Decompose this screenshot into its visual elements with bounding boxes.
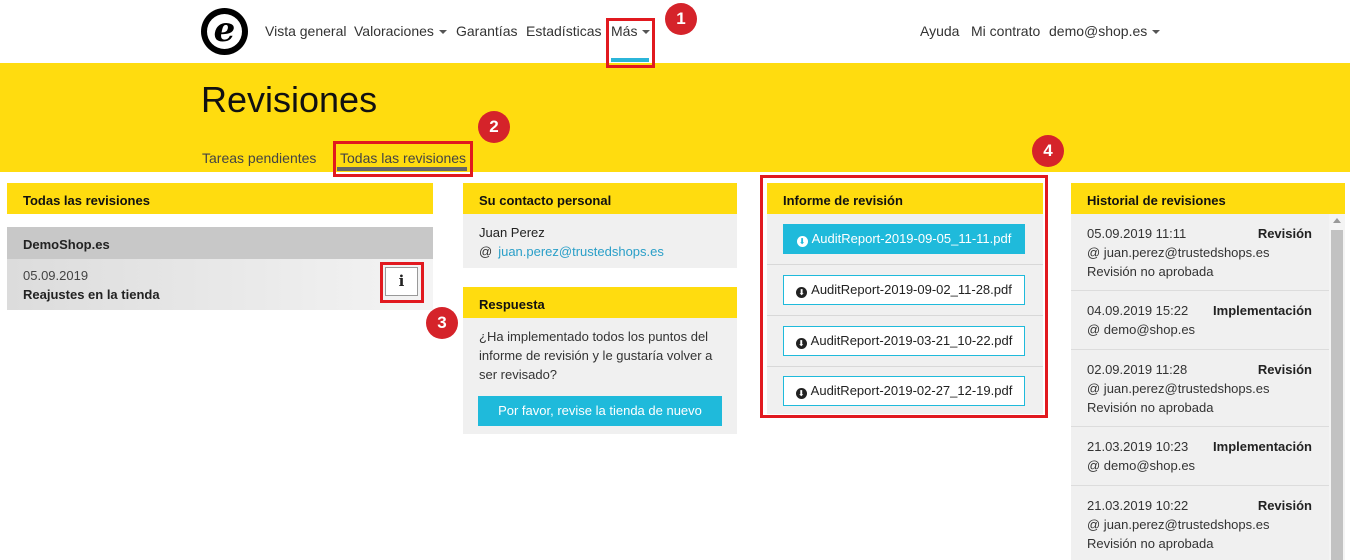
review-list-item[interactable]: 05.09.2019 Reajustes en la tienda xyxy=(7,259,433,310)
history-user: @ juan.perez@trustedshops.es xyxy=(1087,381,1270,396)
annotation-box-all-reviews-tab xyxy=(333,141,473,177)
divider xyxy=(1071,485,1329,486)
history-date: 05.09.2019 11:11 xyxy=(1087,226,1187,241)
divider xyxy=(1071,349,1329,350)
history-date: 04.09.2019 15:22 xyxy=(1087,303,1189,318)
divider xyxy=(1071,290,1329,291)
chevron-down-icon xyxy=(1152,30,1161,35)
scroll-up-arrow-icon[interactable] xyxy=(1333,218,1341,223)
history-header: Historial de revisiones xyxy=(1071,183,1345,214)
history-type: Revisión xyxy=(1257,362,1312,377)
annotation-badge: 1 xyxy=(665,3,697,35)
contact-header: Su contacto personal xyxy=(463,183,737,214)
history-date: 02.09.2019 11:28 xyxy=(1087,362,1188,377)
annotation-badge: 2 xyxy=(478,111,510,143)
contact-panel xyxy=(463,214,737,268)
history-user: @ juan.perez@trustedshops.es xyxy=(1087,245,1270,260)
response-question: ¿Ha implementado todos los puntos del in… xyxy=(479,329,713,382)
nav-vista-general[interactable]: Vista general xyxy=(265,23,346,39)
history-user: @ demo@shop.es xyxy=(1087,458,1196,473)
history-type: Implementación xyxy=(1213,439,1312,454)
history-date: 21.03.2019 10:22 xyxy=(1087,498,1189,513)
trusted-shops-logo[interactable]: e xyxy=(201,8,248,55)
at-icon: @ xyxy=(479,244,493,259)
response-header: Respuesta xyxy=(463,287,737,318)
account-email: demo@shop.es xyxy=(1049,23,1148,39)
shop-group-header: DemoShop.es xyxy=(7,227,433,259)
history-status: Revisión no aprobada xyxy=(1087,264,1214,279)
annotation-box-info-button xyxy=(380,262,424,303)
history-date: 21.03.2019 10:23 xyxy=(1087,439,1189,454)
contact-email-line: @ juan.perez@trustedshops.es xyxy=(479,244,664,259)
nav-garantias[interactable]: Garantías xyxy=(456,23,517,39)
annotation-box-report xyxy=(760,175,1048,418)
contact-name: Juan Perez xyxy=(479,225,545,240)
annotation-box-more-menu xyxy=(606,18,655,68)
scrollbar-thumb[interactable] xyxy=(1331,230,1343,560)
all-reviews-header: Todas las revisiones xyxy=(7,183,433,214)
page-title: Revisiones xyxy=(201,79,378,120)
nav-ayuda[interactable]: Ayuda xyxy=(920,23,959,39)
request-re-review-button[interactable]: Por favor, revise la tienda de nuevo xyxy=(478,396,722,426)
history-status: Revisión no aprobada xyxy=(1087,536,1214,551)
nav-mi-contrato[interactable]: Mi contrato xyxy=(971,23,1040,39)
history-status: Revisión no aprobada xyxy=(1087,400,1214,415)
nav-valoraciones[interactable]: Valoraciones xyxy=(354,23,447,39)
chevron-down-icon xyxy=(438,30,447,35)
nav-valoraciones-label: Valoraciones xyxy=(354,23,434,39)
annotation-badge: 4 xyxy=(1032,135,1064,167)
history-user: @ demo@shop.es xyxy=(1087,322,1196,337)
tab-tareas-pendientes[interactable]: Tareas pendientes xyxy=(202,150,316,166)
review-description: Reajustes en la tienda xyxy=(23,287,160,302)
divider xyxy=(1071,426,1329,427)
history-type: Revisión xyxy=(1257,498,1312,513)
annotation-badge: 3 xyxy=(426,307,458,339)
history-type: Revisión xyxy=(1257,226,1312,241)
contact-email-link[interactable]: juan.perez@trustedshops.es xyxy=(498,244,664,259)
nav-account-menu[interactable]: demo@shop.es xyxy=(1049,23,1161,39)
history-type: Implementación xyxy=(1213,303,1312,318)
history-user: @ juan.perez@trustedshops.es xyxy=(1087,517,1270,532)
nav-estadisticas[interactable]: Estadísticas xyxy=(526,23,601,39)
review-date: 05.09.2019 xyxy=(23,268,89,283)
